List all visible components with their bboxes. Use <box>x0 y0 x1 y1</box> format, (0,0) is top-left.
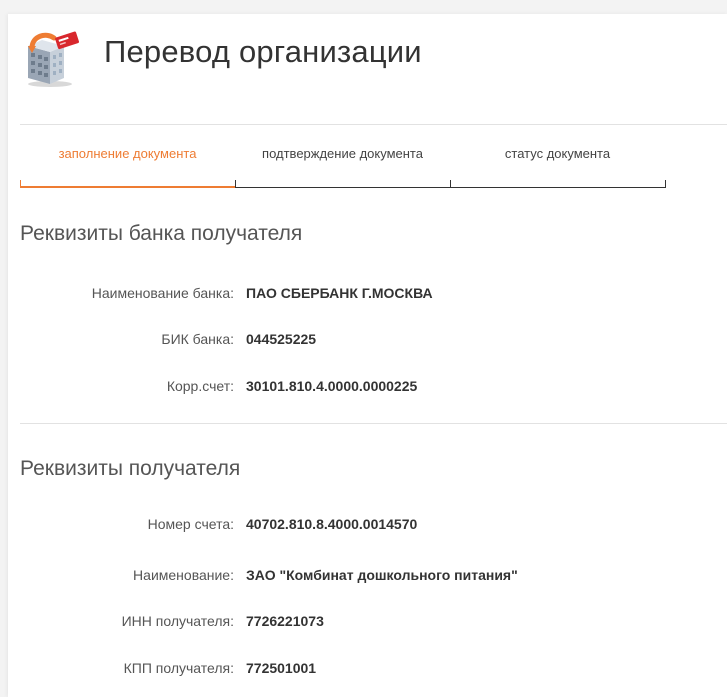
field-value: ПАО СБЕРБАНК Г.МОСКВА <box>246 285 433 301</box>
field-row-account-number: Номер счета: 40702.810.8.4000.0014570 <box>8 514 727 534</box>
field-value: 772501001 <box>246 660 317 676</box>
step-document-status[interactable]: статус документа <box>450 146 665 190</box>
field-label: Номер счета: <box>147 516 234 532</box>
building-transfer-icon <box>20 26 84 90</box>
field-row-recipient-name: Наименование: ЗАО "Комбинат дошкольного … <box>8 565 727 585</box>
step-tick <box>235 180 236 188</box>
field-row-kpp: КПП получателя: 772501001 <box>8 658 727 678</box>
field-value: 7726221073 <box>246 613 324 629</box>
step-label: статус документа <box>504 146 611 161</box>
field-label: Корр.счет: <box>166 378 234 394</box>
field-row-bank-name: Наименование банка: ПАО СБЕРБАНК Г.МОСКВ… <box>8 283 727 303</box>
header-divider <box>20 124 727 125</box>
step-tick <box>665 180 666 188</box>
bank-section-title: Реквизиты банка получателя <box>20 222 303 245</box>
payment-panel: Перевод организации заполнение документа… <box>8 14 727 697</box>
field-row-bik: БИК банка: 044525225 <box>8 329 727 349</box>
step-label: заполнение документа <box>58 146 197 161</box>
step-fill-document[interactable]: заполнение документа <box>20 146 235 190</box>
field-label: БИК банка: <box>161 331 234 347</box>
field-row-inn: ИНН получателя: 7726221073 <box>8 611 727 631</box>
step-label: подтверждение документа <box>262 146 423 161</box>
step-confirm-document[interactable]: подтверждение документа <box>235 146 450 190</box>
steps-track-active <box>20 186 235 188</box>
field-value: 30101.810.4.0000.0000225 <box>246 378 418 394</box>
field-row-corr-account: Корр.счет: 30101.810.4.0000.0000225 <box>8 376 727 396</box>
field-label: ИНН получателя: <box>121 613 234 629</box>
field-value: 044525225 <box>246 331 317 347</box>
field-value: ЗАО "Комбинат дошкольного питания" <box>246 567 518 583</box>
field-label: Наименование: <box>133 567 234 583</box>
steps-progress: заполнение документа подтверждение докум… <box>20 146 666 194</box>
section-divider <box>20 423 727 424</box>
step-tick <box>20 180 21 188</box>
step-tick <box>450 180 451 188</box>
recipient-section-title: Реквизиты получателя <box>20 457 241 480</box>
page-title: Перевод организации <box>104 34 422 69</box>
field-label: КПП получателя: <box>123 660 234 676</box>
field-value: 40702.810.8.4000.0014570 <box>246 516 418 532</box>
field-label: Наименование банка: <box>91 285 234 301</box>
